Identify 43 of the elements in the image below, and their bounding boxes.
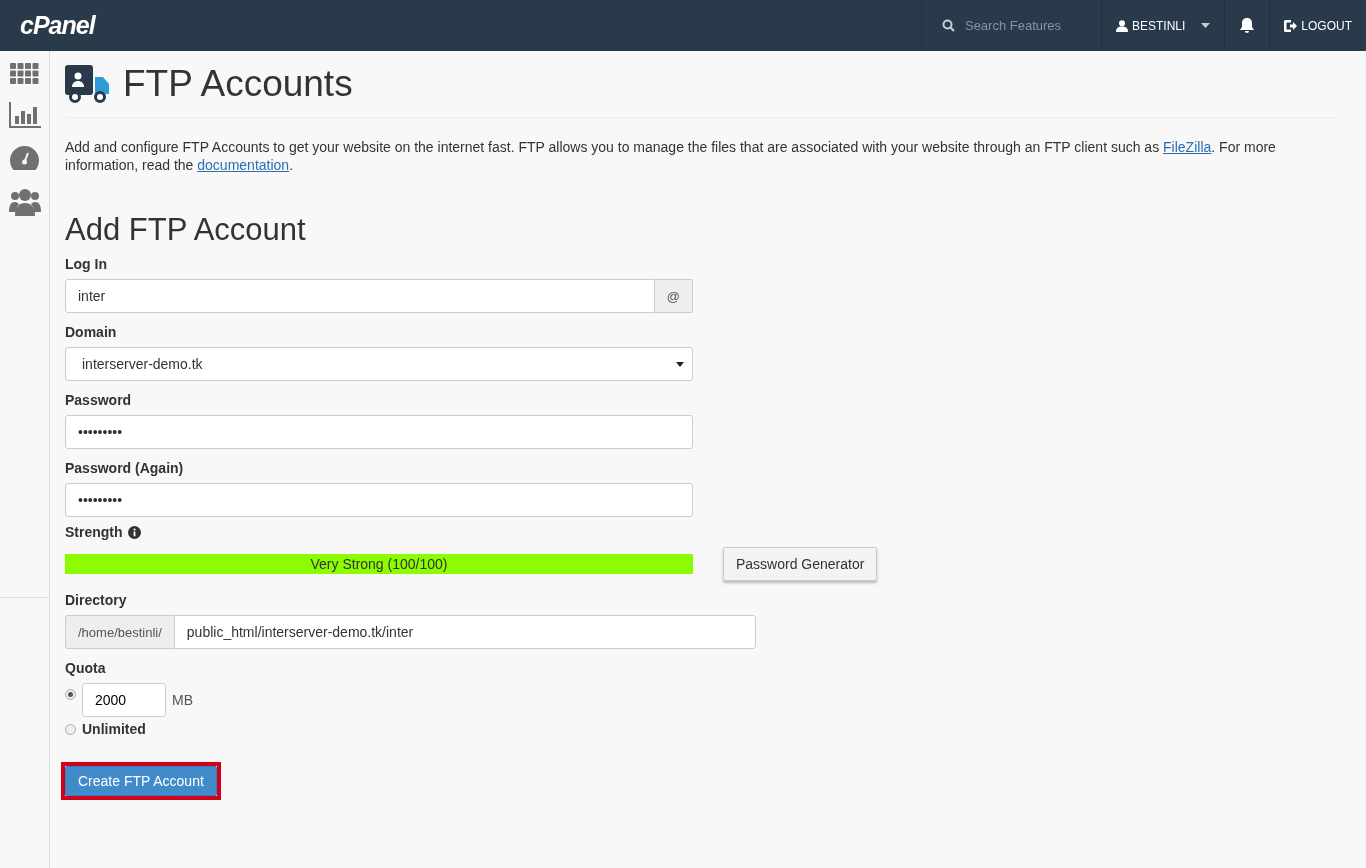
- cpanel-logo[interactable]: cPanel: [0, 11, 115, 40]
- field-label: Password: [65, 392, 132, 408]
- field-label: Quota: [65, 660, 106, 676]
- field-label: Log In: [65, 256, 107, 272]
- intro-link[interactable]: documentation: [197, 157, 290, 173]
- user-menu-button[interactable]: BESTINLI: [1115, 18, 1211, 33]
- info-icon[interactable]: [127, 525, 141, 539]
- user-icon: [1115, 19, 1128, 32]
- field-label: Domain: [65, 324, 117, 340]
- unit-label: MB: [172, 692, 193, 708]
- radio-button[interactable]: [65, 689, 76, 700]
- search-field[interactable]: Search Features: [962, 17, 1077, 34]
- bar-chart-icon[interactable]: [8, 102, 41, 128]
- directory-field[interactable]: public_html/interserver-demo.tk/inter: [173, 615, 756, 649]
- password-confirm-field[interactable]: •••••••••: [65, 483, 693, 517]
- grid-icon[interactable]: [10, 63, 39, 84]
- caret-icon: [676, 361, 684, 367]
- create-account-button[interactable]: Create FTP Account: [65, 766, 217, 796]
- password-field[interactable]: •••••••••: [65, 415, 693, 449]
- home-path-addon: /home/bestinli/: [65, 615, 174, 649]
- at-sign-addon: @: [654, 279, 693, 313]
- quota-field[interactable]: 2000: [82, 683, 166, 717]
- section-heading: Add FTP Account: [65, 212, 307, 248]
- truck-icon: [65, 65, 111, 103]
- logout-button[interactable]: LOGOUT: [1284, 18, 1352, 33]
- field-label: Directory: [65, 592, 127, 608]
- search-icon: [941, 19, 955, 32]
- strength-reading: Very Strong (100/100): [309, 555, 449, 574]
- users-icon[interactable]: [8, 188, 41, 216]
- domain-select[interactable]: interserver-demo.tk: [65, 347, 693, 381]
- field-label: Strength: [65, 524, 123, 540]
- notifications-button[interactable]: [1239, 17, 1256, 34]
- gauge-icon[interactable]: [10, 146, 39, 170]
- radio-label: Unlimited: [82, 721, 146, 737]
- sign-out-icon: [1284, 19, 1298, 32]
- intro-paragraph: Add and configure FTP Accounts to get your website on the internet fast. FTP allows you to manage the files that are associated with your website through an FTP client such as FileZilla. For more information, read the documentation.: [65, 138, 1277, 174]
- caret-icon: [1201, 23, 1211, 28]
- page-title: FTP Accounts: [123, 63, 353, 105]
- bell-icon: [1239, 17, 1256, 34]
- login-field[interactable]: inter: [65, 279, 655, 313]
- password-generator-button[interactable]: Password Generator: [723, 547, 878, 581]
- field-label: Password (Again): [65, 460, 184, 476]
- radio-button[interactable]: [65, 723, 76, 735]
